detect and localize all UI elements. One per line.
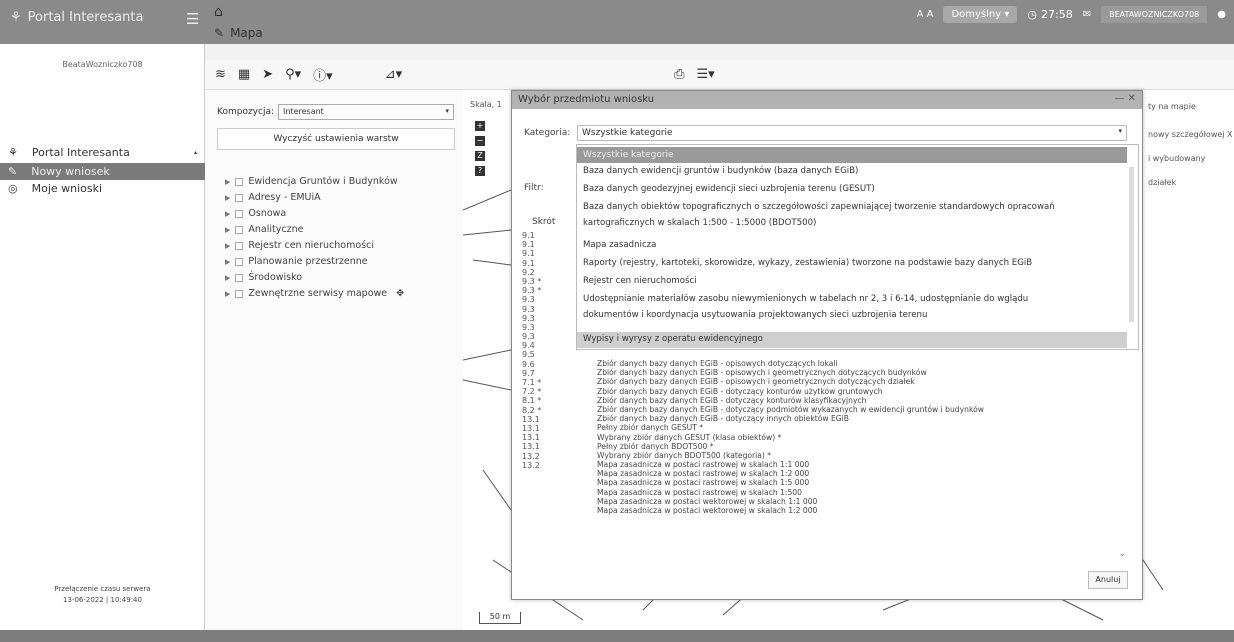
close-icon[interactable]: — ✕	[1114, 93, 1136, 104]
list-item[interactable]: Zbiór danych bazy danych EGiB - dotycząc…	[597, 405, 984, 414]
top-bar: ⚘ Portal Interesanta ☰ ⌂ ✎ Mapa A A Domy…	[0, 0, 1234, 44]
dropdown-option[interactable]: Raporty (rejestry, kartoteki, skorowidze…	[583, 257, 1128, 270]
zoom-out-icon[interactable]: −	[475, 136, 485, 146]
layer-item[interactable]: ▶ Zewnętrzne serwisy mapowe ✥	[225, 288, 404, 299]
user-menu[interactable]: BEATAWOZNICZKO708	[1101, 6, 1208, 23]
list-item[interactable]: Zbiór danych bazy danych EGiB - opisowyc…	[597, 368, 984, 377]
dropdown-option-cont[interactable]: dokumentów i koordynacja usytuowania pro…	[583, 309, 1128, 322]
list-item[interactable]: Zbiór danych bazy danych EGiB - dotycząc…	[597, 396, 984, 405]
scale-label: Skala, 1	[470, 100, 502, 109]
layers-icon[interactable]: ≋	[215, 67, 226, 82]
table-icon[interactable]: ▦	[238, 67, 250, 82]
map-icon: ✎	[214, 26, 225, 40]
layer-item[interactable]: ▶ Osnowa	[225, 208, 286, 219]
composition-select[interactable]: Interesant ▾	[278, 104, 454, 120]
list-item[interactable]: Mapa zasadnicza w postaci wektorowej w s…	[597, 506, 984, 515]
brand[interactable]: ⚘ Portal Interesanta	[10, 10, 143, 25]
dropdown-option-selected[interactable]: Wszystkie kategorie	[577, 147, 1127, 163]
category-dropdown: Wszystkie kategorie Baza danych ewidencj…	[576, 144, 1139, 350]
category-label: Kategoria:	[524, 128, 571, 138]
dropdown-scrollbar[interactable]	[1129, 167, 1134, 322]
user-avatar-icon[interactable]: ●	[1217, 9, 1226, 20]
list-item[interactable]: Mapa zasadnicza w postaci rastrowej w sk…	[597, 488, 984, 497]
list-item[interactable]: Pełny zbiór danych BDOT500 *	[597, 442, 984, 451]
move-icon: ✥	[396, 288, 405, 299]
filter-label: Filtr:	[524, 183, 544, 193]
clock-icon: ◷	[1027, 8, 1037, 21]
map-toolbar: ≋ ▦ ➤ ⚲▾ ⓘ▾ ⊿▾ ⎙ ☰▾	[205, 60, 1234, 90]
clear-layers-button[interactable]: Wyczyść ustawienia warstw	[217, 128, 455, 150]
sidebar-item-new-request[interactable]: ✎ Nowy wniosek	[0, 163, 205, 180]
server-time: Przełączenie czasu serwera 13-06-2022 | …	[54, 585, 151, 604]
dropdown-option[interactable]: Udostępnianie materiałów zasobu niewymie…	[583, 293, 1128, 306]
composition: Kompozycja: Interesant ▾	[217, 104, 454, 120]
sidebar: BeataWozniczko708 ⚘ Portal Interesanta ▴ ✎…	[0, 44, 205, 630]
breadcrumb: ✎ Mapa	[214, 26, 263, 40]
theme-select[interactable]: Domyślny ▾	[943, 6, 1018, 23]
layer-item[interactable]: ▶ Analityczne	[225, 224, 303, 235]
measure-icon[interactable]: ⊿▾	[385, 67, 402, 82]
layer-panel: Kompozycja: Interesant ▾ Wyczyść ustawien…	[205, 90, 463, 630]
os-taskbar	[0, 630, 1234, 642]
session-clock: ◷ 27:58	[1027, 8, 1073, 21]
pointer-icon[interactable]: ➤	[262, 67, 273, 82]
list-item[interactable]: Wybrany zbiór danych GESUT (klasa obiekt…	[597, 433, 984, 442]
dropdown-option[interactable]: Baza danych geodezyjnej ewidencji sieci …	[583, 183, 1128, 196]
list-item[interactable]: Wybrany zbiór danych BDOT500 (kategoria)…	[597, 451, 984, 460]
list-item[interactable]: Mapa zasadnicza w postaci rastrowej w sk…	[597, 460, 984, 469]
map-right-text: ty na mapie	[1148, 102, 1196, 111]
list-item[interactable]: Zbiór danych bazy danych EGiB - opisowyc…	[597, 359, 984, 368]
layer-item[interactable]: ▶ Ewidencja Gruntów i Budynków	[225, 176, 398, 187]
shortcut-header: Skrót	[532, 217, 556, 227]
dropdown-option[interactable]: Mapa zasadnicza	[583, 239, 1128, 252]
info-icon[interactable]: ⓘ▾	[313, 65, 333, 84]
list-item[interactable]: Mapa zasadnicza w postaci rastrowej w sk…	[597, 478, 984, 487]
top-bar-right: A A Domyślny ▾ ◷ 27:58 ✉ BEATAWOZNICZKO70…	[917, 6, 1226, 23]
layer-item[interactable]: ▶ Adresy - EMUiA	[225, 192, 321, 203]
breadcrumb-map: Mapa	[230, 26, 263, 40]
map-right-text: i wybudowany	[1148, 154, 1206, 163]
sidebar-item-my-requests[interactable]: ◎ Moje wnioski	[0, 180, 205, 197]
list-item[interactable]: Pełny zbiór danych GESUT *	[597, 423, 984, 432]
database-icon[interactable]: ☰▾	[697, 67, 715, 82]
new-request-icon: ✎	[8, 165, 18, 178]
print-icon[interactable]: ⎙	[674, 67, 684, 82]
mail-icon[interactable]: ✉	[1083, 9, 1091, 20]
subject-rows: Zbiór danych bazy danych EGiB - opisowyc…	[597, 359, 984, 515]
map-right-text: działek	[1148, 178, 1177, 187]
zoom-box-icon[interactable]: Z	[475, 151, 485, 161]
sidebar-username: BeataWozniczko708	[62, 60, 143, 69]
layer-item[interactable]: ▶ Planowanie przestrzenne	[225, 256, 368, 267]
code-column: 9.1 9.1 9.1 9.1 9.2 9.3 * 9.3 * 9.3 9.3 9.3 9.3…	[522, 231, 542, 470]
dropdown-option[interactable]: Baza danych ewidencji gruntów i budynków…	[583, 165, 1128, 178]
dialog-title: Wybór przedmiotu wniosku	[512, 91, 1142, 109]
list-item[interactable]: Zbiór danych bazy danych EGiB - dotycząc…	[597, 387, 984, 396]
map-right-text: nowy szczegółowej X	[1148, 130, 1233, 139]
scale-bar: 50 m	[479, 612, 521, 624]
portal-logo-icon: ⚘	[10, 10, 22, 25]
dropdown-option[interactable]: Baza danych obiektów topograficznych o s…	[583, 201, 1128, 214]
category-select[interactable]: Wszystkie kategorie ▾	[577, 125, 1127, 141]
home-icon[interactable]: ⌂	[214, 4, 223, 20]
layer-item[interactable]: ▶ Rejestr cen nieruchomości	[225, 240, 374, 251]
dropdown-group-header: Wypisy i wyrysy z operatu ewidencyjnego	[577, 332, 1127, 348]
help-icon[interactable]: ?	[475, 166, 485, 176]
list-item[interactable]: Zbiór danych bazy danych EGiB - opisowyc…	[597, 377, 984, 386]
dropdown-option[interactable]: Rejestr cen nieruchomości	[583, 275, 1128, 288]
portal-icon: ⚘	[8, 146, 18, 159]
list-item[interactable]: Mapa zasadnicza w postaci wektorowej w s…	[597, 497, 984, 506]
sidebar-item-portal[interactable]: ⚘ Portal Interesanta ▴	[0, 144, 205, 161]
layer-item[interactable]: ▶ Środowisko	[225, 272, 302, 283]
dropdown-option-cont[interactable]: kartograficznych w skalach 1:500 - 1:500…	[583, 217, 1128, 230]
list-item[interactable]: Zbiór danych bazy danych EGiB - dotycząc…	[597, 414, 984, 423]
app-title: Portal Interesanta	[27, 10, 144, 25]
zoom-in-icon[interactable]: +	[475, 121, 485, 131]
accessibility-icon[interactable]: A A	[917, 9, 934, 20]
list-item[interactable]: Mapa zasadnicza w postaci rastrowej w sk…	[597, 469, 984, 478]
my-requests-icon: ◎	[8, 182, 18, 195]
list-scroll-down-icon[interactable]: ⌄	[1118, 549, 1126, 559]
menu-toggle-icon[interactable]: ☰	[186, 10, 199, 28]
cancel-button[interactable]: Anuluj	[1088, 571, 1128, 589]
search-icon[interactable]: ⚲▾	[285, 67, 301, 82]
